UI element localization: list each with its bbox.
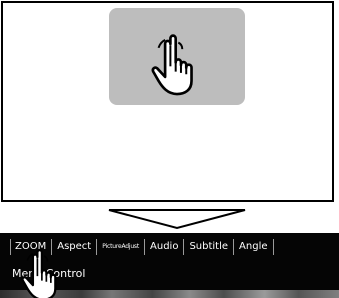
hand-pointer-icon — [151, 34, 193, 96]
tab-subtitle[interactable]: Subtitle — [183, 239, 233, 255]
arrow-down-icon — [107, 208, 247, 230]
screen-frame — [1, 1, 334, 202]
hand-pointer-icon — [21, 248, 57, 298]
tab-angle[interactable]: Angle — [233, 239, 274, 255]
tab-picture-adjust[interactable]: PictureAdjust — [96, 239, 144, 255]
tab-audio[interactable]: Audio — [144, 239, 183, 255]
touch-area[interactable] — [109, 8, 245, 105]
player-control-bar: ZOOM Aspect PictureAdjust Audio Subtitle… — [0, 233, 339, 298]
